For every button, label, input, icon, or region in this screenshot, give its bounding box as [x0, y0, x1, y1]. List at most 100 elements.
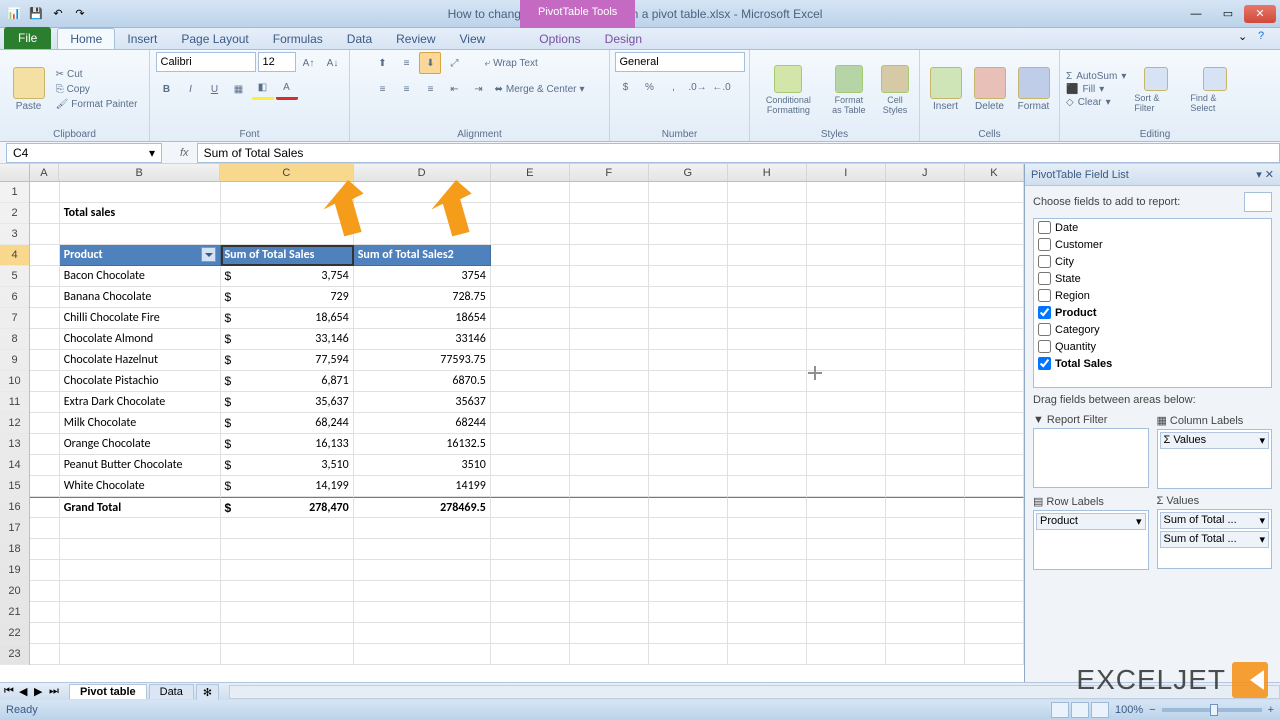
cell-H13[interactable]: [728, 434, 807, 455]
cell-G18[interactable]: [649, 539, 728, 560]
cell-D5[interactable]: 3754: [354, 266, 491, 287]
minimize-ribbon-icon[interactable]: ⌄: [1238, 30, 1254, 46]
cell-B7[interactable]: Chilli Chocolate Fire: [60, 308, 221, 329]
cell-C21[interactable]: [221, 602, 354, 623]
cell-H17[interactable]: [728, 518, 807, 539]
cell-B23[interactable]: [60, 644, 221, 665]
bold-button[interactable]: B: [156, 78, 178, 100]
cell-K9[interactable]: [965, 350, 1024, 371]
cell-C7[interactable]: $18,654: [221, 308, 354, 329]
cell-K2[interactable]: [965, 203, 1024, 224]
sheet-nav-last-icon[interactable]: ⏭: [49, 685, 63, 699]
cell-I17[interactable]: [807, 518, 886, 539]
row-header-7[interactable]: 7: [0, 308, 29, 329]
field-checkbox[interactable]: [1038, 357, 1051, 370]
cell-B3[interactable]: [60, 224, 221, 245]
sort-filter-button[interactable]: Sort & Filter: [1130, 65, 1182, 115]
cell-C17[interactable]: [221, 518, 354, 539]
cell-B1[interactable]: [60, 182, 221, 203]
cell-B11[interactable]: Extra Dark Chocolate: [60, 392, 221, 413]
cell-I12[interactable]: [807, 413, 886, 434]
comma-icon[interactable]: ,: [663, 76, 685, 98]
cell-K14[interactable]: [965, 455, 1024, 476]
cell-I15[interactable]: [807, 476, 886, 497]
cell-D4[interactable]: Sum of Total Sales2: [354, 245, 491, 266]
format-cells-button[interactable]: Format: [1014, 65, 1054, 114]
cell-C9[interactable]: $77,594: [221, 350, 354, 371]
cell-D6[interactable]: 728.75: [354, 287, 491, 308]
cell-A8[interactable]: [30, 329, 60, 350]
cell-I20[interactable]: [807, 581, 886, 602]
conditional-formatting-button[interactable]: Conditional Formatting: [756, 63, 821, 117]
cell-A3[interactable]: [30, 224, 60, 245]
cell-G20[interactable]: [649, 581, 728, 602]
cell-J3[interactable]: [886, 224, 965, 245]
cell-D16[interactable]: 278469.5: [354, 497, 491, 518]
new-sheet-button[interactable]: ✻: [196, 684, 219, 700]
field-quantity[interactable]: Quantity: [1034, 338, 1271, 355]
cell-B14[interactable]: Peanut Butter Chocolate: [60, 455, 221, 476]
cell-E21[interactable]: [491, 602, 570, 623]
cell-J11[interactable]: [886, 392, 965, 413]
increase-indent-icon[interactable]: ⇥: [467, 78, 489, 100]
cell-F15[interactable]: [570, 476, 649, 497]
row-header-18[interactable]: 18: [0, 539, 29, 560]
column-area-item[interactable]: Σ Values▾: [1160, 432, 1270, 449]
cell-H6[interactable]: [728, 287, 807, 308]
cell-G16[interactable]: [649, 497, 728, 518]
cell-I6[interactable]: [807, 287, 886, 308]
cell-C6[interactable]: $729: [221, 287, 354, 308]
cell-K12[interactable]: [965, 413, 1024, 434]
cell-D2[interactable]: [354, 203, 491, 224]
cell-F14[interactable]: [570, 455, 649, 476]
tab-home[interactable]: Home: [57, 28, 115, 49]
cell-C20[interactable]: [221, 581, 354, 602]
field-list-fields[interactable]: DateCustomerCityStateRegionProductCatego…: [1033, 218, 1272, 388]
cell-A18[interactable]: [30, 539, 60, 560]
currency-icon[interactable]: $: [615, 76, 637, 98]
cell-K21[interactable]: [965, 602, 1024, 623]
cell-K19[interactable]: [965, 560, 1024, 581]
cell-E9[interactable]: [491, 350, 570, 371]
cell-J23[interactable]: [886, 644, 965, 665]
save-icon[interactable]: 💾: [26, 5, 46, 23]
field-checkbox[interactable]: [1038, 255, 1051, 268]
cell-F10[interactable]: [570, 371, 649, 392]
row-header-14[interactable]: 14: [0, 455, 29, 476]
values-area[interactable]: Sum of Total ...▾ Sum of Total ...▾: [1157, 509, 1273, 569]
increase-font-icon[interactable]: A↑: [298, 52, 320, 74]
zoom-slider[interactable]: [1162, 708, 1262, 712]
percent-icon[interactable]: %: [639, 76, 661, 98]
spreadsheet-grid[interactable]: ABCDEFGHIJK 1234567891011121314151617181…: [0, 164, 1024, 682]
number-format-select[interactable]: [615, 52, 745, 72]
cell-I7[interactable]: [807, 308, 886, 329]
cell-H8[interactable]: [728, 329, 807, 350]
row-header-21[interactable]: 21: [0, 602, 29, 623]
cell-J19[interactable]: [886, 560, 965, 581]
cell-B9[interactable]: Chocolate Hazelnut: [60, 350, 221, 371]
cell-G7[interactable]: [649, 308, 728, 329]
row-header-6[interactable]: 6: [0, 287, 29, 308]
column-labels-area[interactable]: Σ Values▾: [1157, 429, 1273, 489]
cell-D14[interactable]: 3510: [354, 455, 491, 476]
cut-button[interactable]: ✂ Cut: [53, 68, 141, 81]
tab-file[interactable]: File: [4, 27, 51, 49]
field-checkbox[interactable]: [1038, 340, 1051, 353]
row-header-12[interactable]: 12: [0, 413, 29, 434]
cell-I11[interactable]: [807, 392, 886, 413]
values-area-item-2[interactable]: Sum of Total ...▾: [1160, 531, 1270, 548]
cell-B13[interactable]: Orange Chocolate: [60, 434, 221, 455]
cell-F23[interactable]: [570, 644, 649, 665]
font-size-select[interactable]: [258, 52, 296, 72]
cell-C18[interactable]: [221, 539, 354, 560]
cell-H2[interactable]: [728, 203, 807, 224]
cell-D12[interactable]: 68244: [354, 413, 491, 434]
cell-G4[interactable]: [649, 245, 728, 266]
cell-J17[interactable]: [886, 518, 965, 539]
cell-F21[interactable]: [570, 602, 649, 623]
cell-E7[interactable]: [491, 308, 570, 329]
cell-E14[interactable]: [491, 455, 570, 476]
cell-F17[interactable]: [570, 518, 649, 539]
undo-icon[interactable]: ↶: [48, 5, 68, 23]
cell-H22[interactable]: [728, 623, 807, 644]
